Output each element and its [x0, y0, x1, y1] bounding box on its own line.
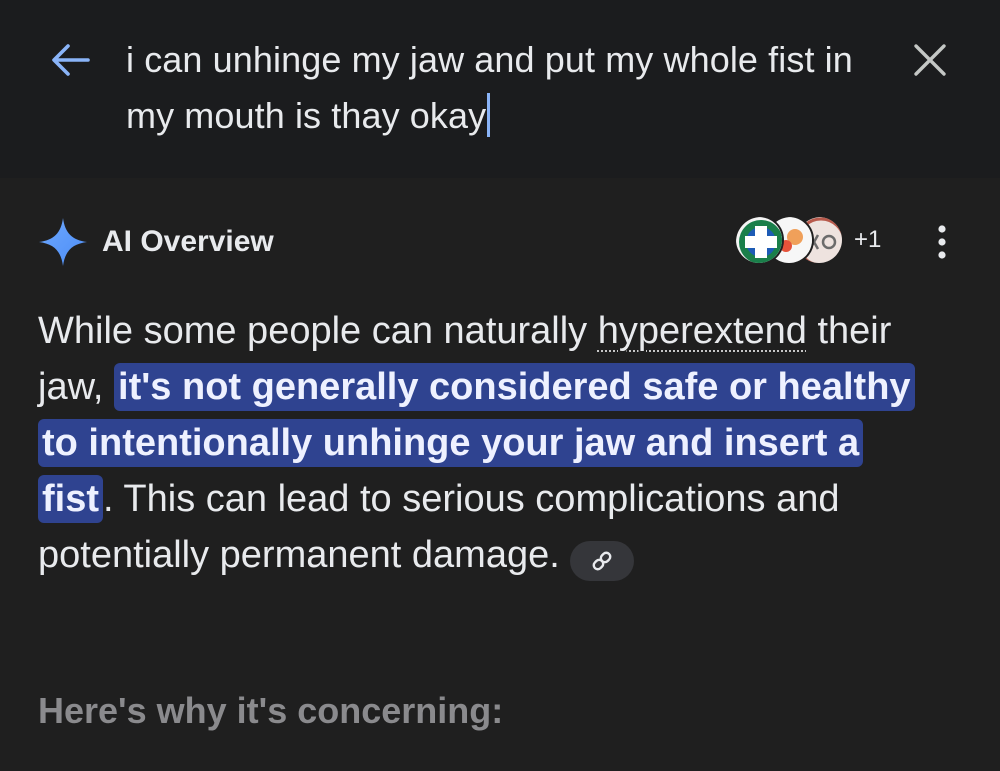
sparkle-icon: [39, 218, 87, 266]
more-sources-count: +1: [854, 226, 882, 253]
text-caret: [487, 93, 491, 137]
source-link-button[interactable]: [569, 541, 634, 581]
section-subheading: Here's why it's concerning:: [38, 690, 504, 731]
ai-overview-body: While some people can naturally hyperext…: [38, 303, 938, 583]
ai-overview-header: AI Overview: [38, 214, 274, 270]
source-avatar-1: [734, 215, 784, 265]
search-bar: i can unhinge my jaw and put my whole fi…: [0, 0, 1000, 178]
close-icon: [914, 44, 946, 76]
back-button[interactable]: [44, 36, 96, 84]
definition-term[interactable]: hyperextend: [598, 310, 807, 352]
body-text-end: . This can lead to serious complications…: [38, 478, 840, 576]
clear-button[interactable]: [904, 36, 956, 84]
ai-overview-title: AI Overview: [102, 225, 274, 258]
link-icon: [592, 551, 612, 571]
body-text-intro: While some people can naturally: [38, 310, 598, 352]
more-options-button[interactable]: [920, 218, 964, 266]
more-vert-icon: [938, 225, 946, 259]
sources-button[interactable]: +1: [734, 213, 881, 267]
arrow-back-icon: [52, 44, 90, 76]
search-input[interactable]: i can unhinge my jaw and put my whole fi…: [126, 32, 886, 144]
